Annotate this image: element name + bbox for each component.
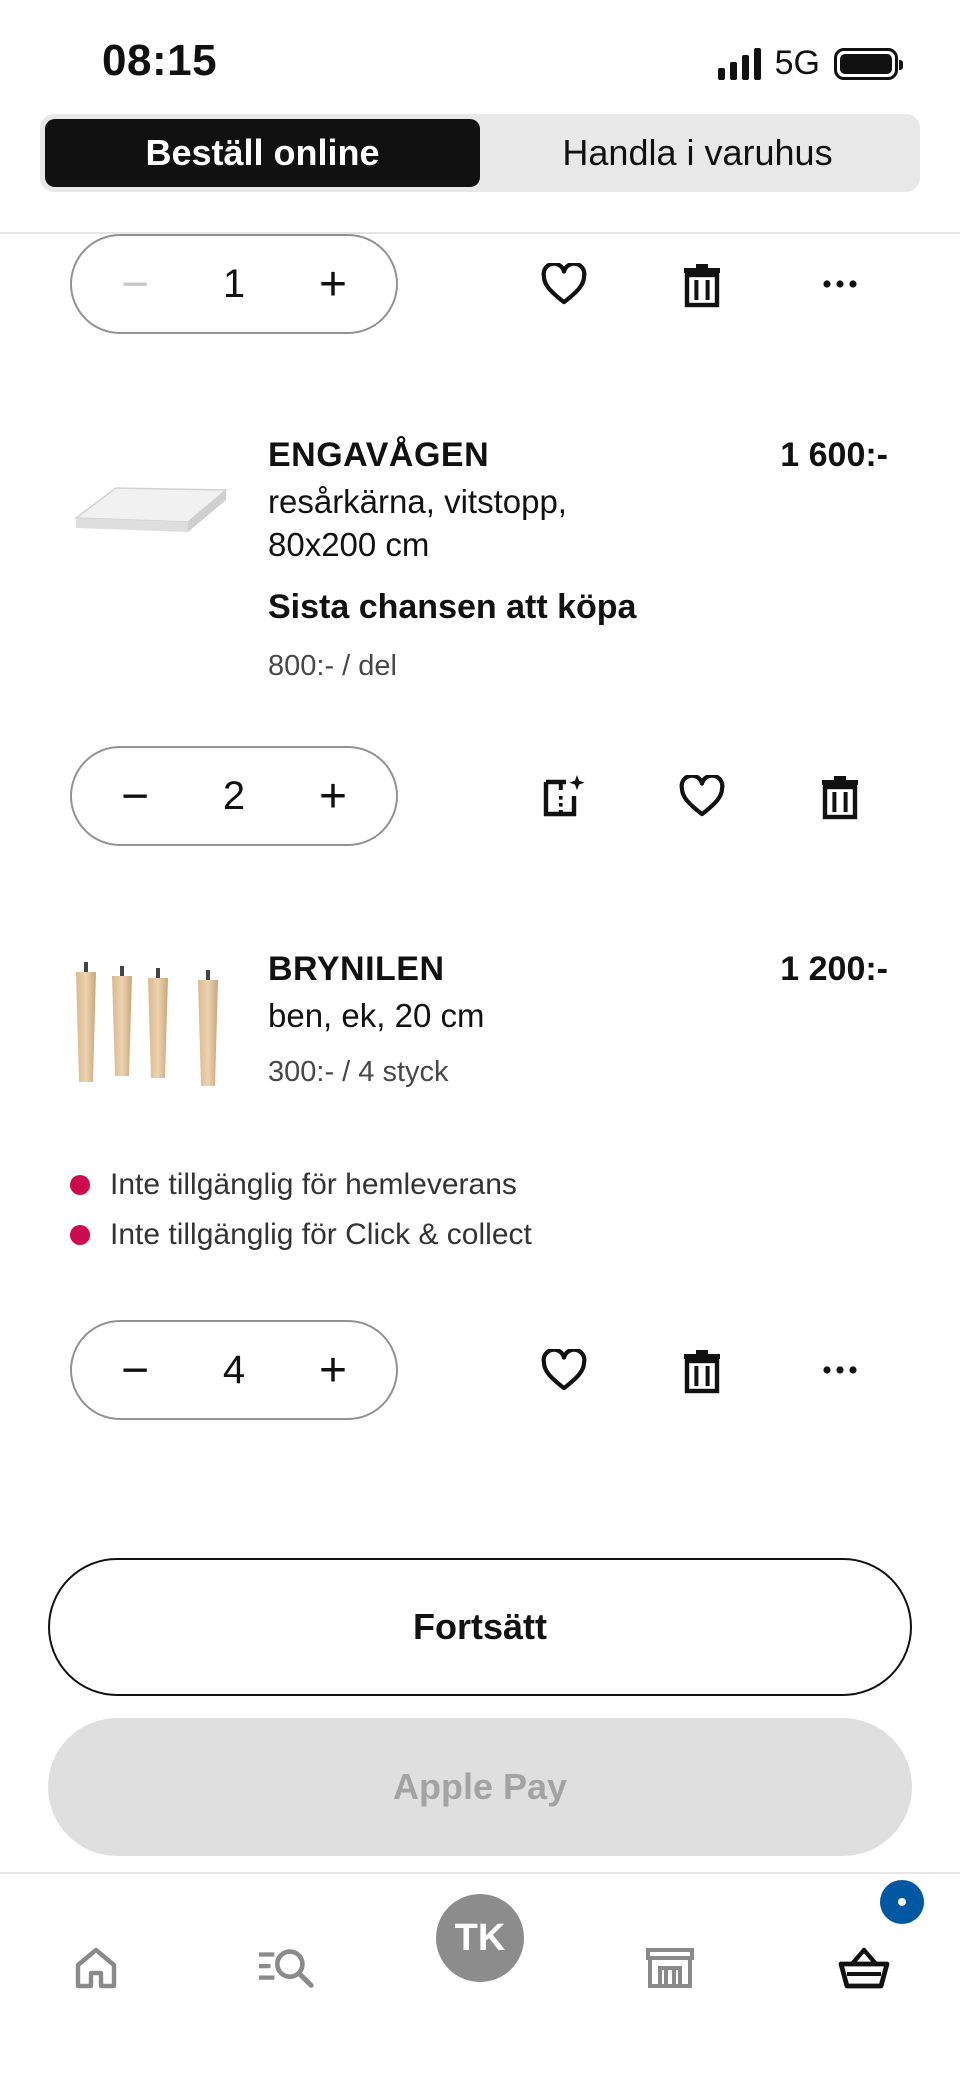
more-options-icon[interactable]: [808, 1338, 872, 1402]
product-image-legs[interactable]: [70, 960, 230, 1090]
trash-icon[interactable]: [808, 764, 872, 828]
status-indicators: 5G: [717, 44, 903, 83]
store-icon[interactable]: [630, 1928, 710, 2008]
availability-home-delivery: Inte tillgänglig för hemleverans: [70, 1168, 517, 1202]
quantity-stepper: − 1 +: [70, 234, 398, 334]
more-options-icon[interactable]: [808, 252, 872, 316]
decrease-quantity-button[interactable]: −: [110, 770, 160, 823]
unit-price: 800:- / del: [268, 650, 397, 682]
trash-icon[interactable]: [670, 252, 734, 316]
search-icon[interactable]: [246, 1928, 326, 2008]
quantity-value: 4: [222, 1347, 246, 1392]
avatar[interactable]: TK: [436, 1894, 524, 1982]
quantity-value: 1: [222, 261, 246, 306]
cart-badge: [880, 1880, 924, 1924]
increase-quantity-button[interactable]: +: [308, 1344, 358, 1397]
product-price: 1 200:-: [780, 950, 888, 988]
quantity-stepper: − 2 +: [70, 746, 398, 846]
product-name[interactable]: BRYNILEN: [268, 950, 445, 989]
cellular-signal-icon: [717, 47, 761, 80]
unit-price: 300:- / 4 styck: [268, 1056, 449, 1088]
availability-text: Inte tillgänglig för hemleverans: [110, 1168, 517, 1201]
product-description: ben, ek, 20 cm: [268, 997, 485, 1034]
apple-pay-button[interactable]: Apple Pay: [48, 1718, 912, 1856]
increase-quantity-button[interactable]: +: [308, 258, 358, 311]
product-description: resårkärna, vitstopp,: [268, 483, 567, 520]
network-type: 5G: [774, 44, 820, 82]
tab-shop-in-store[interactable]: Handla i varuhus: [480, 119, 915, 187]
cart-icon[interactable]: [824, 1928, 904, 2008]
product-price: 1 600:-: [780, 436, 888, 474]
trash-icon[interactable]: [670, 1338, 734, 1402]
room-planner-icon[interactable]: [532, 764, 596, 828]
availability-click-collect: Inte tillgänglig för Click & collect: [70, 1218, 532, 1252]
shopping-mode-toggle: Beställ online Handla i varuhus: [40, 114, 920, 192]
unavailable-dot-icon: [70, 1175, 90, 1195]
decrease-quantity-button[interactable]: −: [110, 1344, 160, 1397]
product-image-mattress[interactable]: [70, 478, 230, 542]
last-chance-label: Sista chansen att köpa: [268, 588, 637, 626]
status-time: 08:15: [102, 36, 218, 85]
status-bar: 08:15 5G: [0, 0, 960, 120]
favorite-icon[interactable]: [532, 252, 596, 316]
battery-icon: [834, 47, 903, 80]
home-icon[interactable]: [56, 1928, 136, 2008]
continue-button[interactable]: Fortsätt: [48, 1558, 912, 1696]
favorite-icon[interactable]: [670, 764, 734, 828]
quantity-value: 2: [222, 773, 246, 818]
bottom-navigation: TK: [0, 1874, 960, 2078]
availability-text: Inte tillgänglig för Click & collect: [110, 1218, 532, 1251]
product-name[interactable]: ENGAVÅGEN: [268, 436, 489, 475]
favorite-icon[interactable]: [532, 1338, 596, 1402]
tab-order-online[interactable]: Beställ online: [45, 119, 480, 187]
quantity-stepper: − 4 +: [70, 1320, 398, 1420]
product-size: 80x200 cm: [268, 526, 430, 563]
unavailable-dot-icon: [70, 1225, 90, 1245]
increase-quantity-button[interactable]: +: [308, 770, 358, 823]
decrease-quantity-button[interactable]: −: [110, 258, 160, 311]
